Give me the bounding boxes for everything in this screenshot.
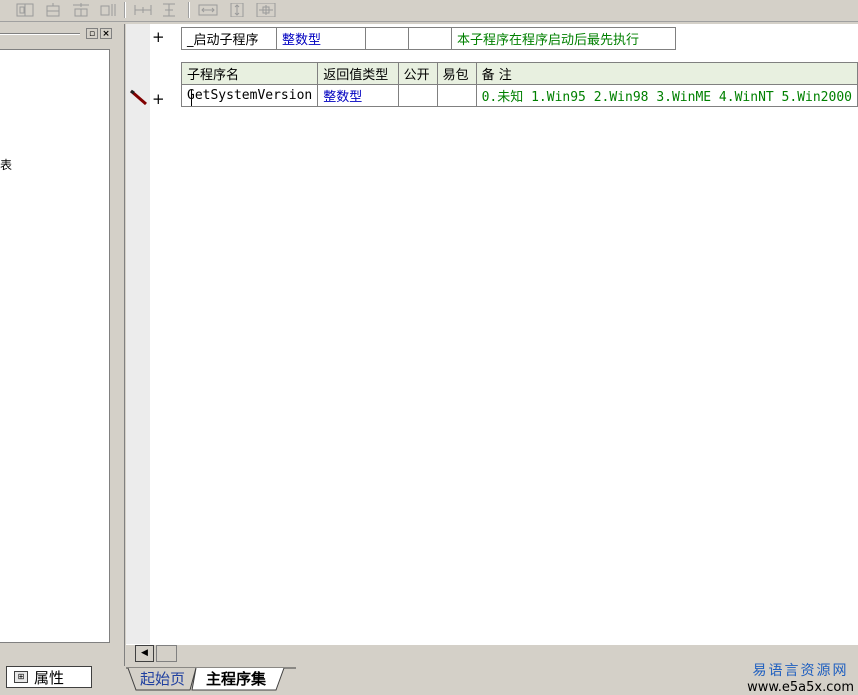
scroll-left-icon[interactable]: ◀ bbox=[135, 645, 154, 662]
column-header: 公开 bbox=[397, 62, 438, 85]
table-header-row: 子程序名 返回值类型 公开 易包 备 注 bbox=[180, 62, 858, 85]
pack-cell[interactable] bbox=[408, 27, 452, 50]
toolbar-divider bbox=[188, 2, 190, 18]
tab-properties-label: 属性 bbox=[34, 668, 65, 687]
tab-properties[interactable]: ⊞ 属性 bbox=[6, 666, 92, 688]
sub-name-cell[interactable]: GetSystemVersion bbox=[180, 84, 319, 107]
tree-item-label[interactable]: 表 bbox=[0, 156, 12, 173]
restore-icon[interactable]: ▫ bbox=[86, 28, 98, 39]
comment-cell[interactable]: 0.未知 1.Win95 2.Win98 3.WinME 4.WinNT 5.W… bbox=[475, 84, 858, 107]
editor-gutter[interactable] bbox=[126, 24, 150, 644]
align-left-icon[interactable] bbox=[14, 1, 36, 18]
startup-sub-table: _启动子程序 整数型 本子程序在程序启动后最先执行 bbox=[181, 27, 676, 50]
table-row: GetSystemVersion 整数型 0.未知 1.Win95 2.Win9… bbox=[180, 84, 858, 107]
watermark-title: 易语言资源网 bbox=[752, 663, 849, 679]
panel-grip[interactable] bbox=[0, 33, 80, 35]
properties-icon: ⊞ bbox=[14, 671, 28, 683]
column-header: 备 注 bbox=[475, 62, 858, 85]
panel-content bbox=[0, 49, 110, 643]
equal-height-icon[interactable] bbox=[158, 1, 180, 18]
pack-cell[interactable] bbox=[436, 84, 477, 107]
column-header: 子程序名 bbox=[180, 62, 319, 85]
h-space-icon[interactable] bbox=[196, 1, 220, 18]
return-type-cell[interactable]: 整数型 bbox=[317, 84, 399, 107]
public-cell[interactable] bbox=[397, 84, 438, 107]
align-center-icon[interactable] bbox=[42, 1, 64, 18]
equal-width-icon[interactable] bbox=[132, 1, 154, 18]
tab-main-procedures[interactable]: 主程序集 bbox=[206, 666, 266, 690]
tab-start-page[interactable]: 起始页 bbox=[140, 666, 185, 690]
align-right-icon[interactable] bbox=[98, 1, 120, 18]
watermark-url: www.e5a5x.com bbox=[747, 680, 854, 695]
return-type-cell[interactable]: 整数型 bbox=[276, 27, 366, 50]
close-icon[interactable]: × bbox=[100, 28, 112, 39]
comment-cell[interactable]: 本子程序在程序启动后最先执行 bbox=[451, 27, 676, 50]
public-cell[interactable] bbox=[365, 27, 409, 50]
code-area[interactable] bbox=[150, 24, 858, 644]
v-space-icon[interactable] bbox=[226, 1, 248, 18]
sub-name-cell[interactable]: _启动子程序 bbox=[181, 27, 277, 50]
subroutine-table: 子程序名 返回值类型 公开 易包 备 注 GetSystemVersion 整数… bbox=[180, 62, 858, 107]
site-watermark: 易语言资源网 www.e5a5x.com bbox=[747, 660, 854, 695]
table-row: _启动子程序 整数型 本子程序在程序启动后最先执行 bbox=[181, 27, 676, 50]
edit-pencil-icon bbox=[128, 89, 150, 107]
column-header: 返回值类型 bbox=[317, 62, 399, 85]
toolbar-divider bbox=[124, 2, 126, 18]
text-cursor bbox=[191, 90, 192, 106]
layout-toolbar bbox=[0, 0, 858, 22]
align-top-icon[interactable] bbox=[70, 1, 92, 18]
column-header: 易包 bbox=[436, 62, 477, 85]
expand-button[interactable]: + bbox=[152, 30, 165, 45]
center-icon[interactable] bbox=[254, 1, 278, 18]
expand-button[interactable]: + bbox=[152, 92, 165, 107]
scroll-thumb[interactable] bbox=[156, 645, 177, 662]
